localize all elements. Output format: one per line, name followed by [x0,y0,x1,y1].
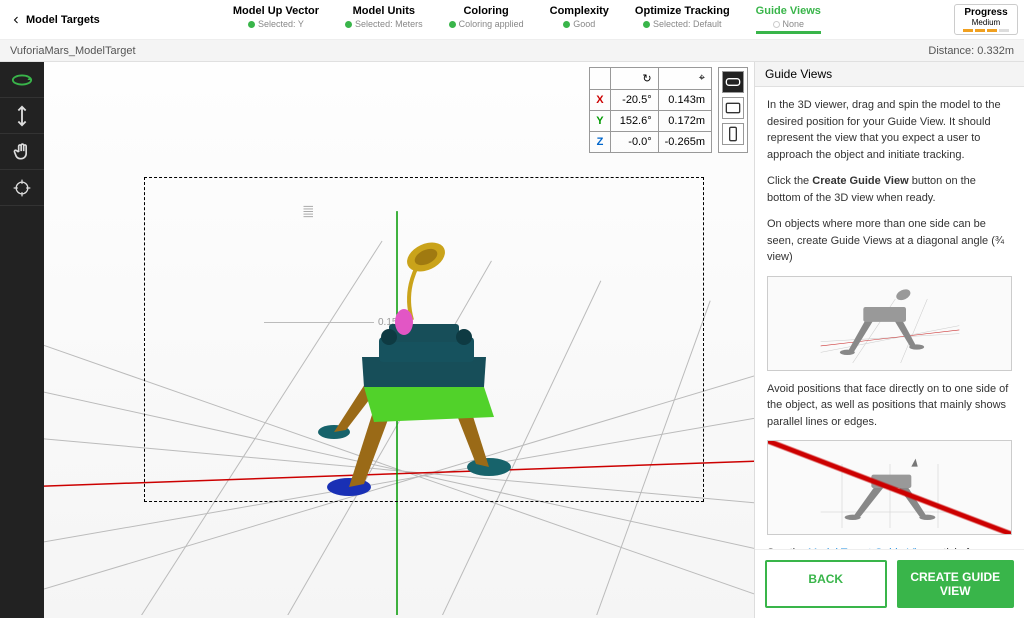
rot-x[interactable]: -20.5° [610,90,658,111]
top-bar: Model Targets Model Up VectorSelected: Y… [0,0,1024,40]
panel-para-1: In the 3D viewer, drag and spin the mode… [767,97,1012,163]
step-2[interactable]: ColoringColoring applied [449,5,524,34]
example-good [767,276,1012,371]
coords-panel: ↻⌖ X-20.5°0.143m Y152.6°0.172m Z-0.0°-0.… [589,67,748,153]
move-tool[interactable] [0,98,44,134]
step-1[interactable]: Model UnitsSelected: Meters [345,5,423,34]
device-hmd[interactable] [722,71,744,93]
rot-z[interactable]: -0.0° [610,132,658,153]
pos-x[interactable]: 0.143m [658,90,711,111]
pos-y[interactable]: 0.172m [658,111,711,132]
model-name: VuforiaMars_ModelTarget [10,45,136,57]
step-3[interactable]: ComplexityGood [550,5,609,34]
pan-tool[interactable] [0,134,44,170]
step-0[interactable]: Model Up VectorSelected: Y [233,5,319,34]
coords-table: ↻⌖ X-20.5°0.143m Y152.6°0.172m Z-0.0°-0.… [589,67,712,153]
rot-y[interactable]: 152.6° [610,111,658,132]
create-guide-view-button[interactable]: CREATE GUIDE VIEW [897,560,1015,608]
breadcrumb: VuforiaMars_ModelTarget Distance: 0.332m [0,40,1024,62]
panel-footer: BACK CREATE GUIDE VIEW [755,549,1024,618]
device-phone[interactable] [722,123,744,145]
pos-z[interactable]: -0.265m [658,132,711,153]
panel-title: Guide Views [755,62,1024,87]
left-toolbar [0,62,44,618]
back-link[interactable]: Model Targets [6,14,100,26]
ruler-large: 0.14m [44,505,50,613]
back-label: Model Targets [26,14,100,26]
panel-body: In the 3D viewer, drag and spin the mode… [755,87,1024,549]
ruler-vertical: ||||| [303,205,314,218]
device-tablet[interactable] [722,97,744,119]
step-5[interactable]: Guide ViewsNone [756,5,821,34]
3d-model [294,242,554,502]
distance-readout: Distance: 0.332m [928,45,1014,57]
step-tabs: Model Up VectorSelected: Y Model UnitsSel… [100,5,954,34]
panel-para-3: On objects where more than one side can … [767,216,1012,266]
progress-badge: Progress Medium [954,4,1018,35]
target-tool[interactable] [0,170,44,206]
right-panel: Guide Views In the 3D viewer, drag and s… [754,62,1024,618]
step-4[interactable]: Optimize TrackingSelected: Default [635,5,730,34]
example-bad [767,440,1012,535]
orbit-tool[interactable] [0,62,44,98]
device-selector [718,67,748,153]
back-button[interactable]: BACK [765,560,887,608]
panel-para-4: Avoid positions that face directly on to… [767,381,1012,431]
3d-viewport[interactable]: 0.15m ||||| 0.14m [44,62,754,618]
panel-para-2: Click the Create Guide View button on th… [767,173,1012,206]
